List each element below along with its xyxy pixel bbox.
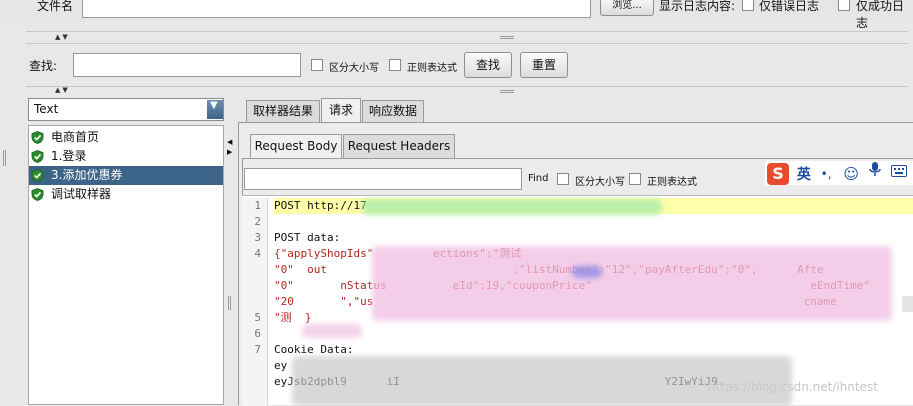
tree-item[interactable]: 1.登录 — [29, 147, 223, 166]
case-sensitive-label: 区分大小写 — [329, 63, 379, 74]
keyboard-icon[interactable] — [890, 165, 907, 177]
splitter-grip[interactable] — [500, 90, 514, 93]
splitter-grip[interactable] — [500, 36, 514, 39]
line-number: 7 — [254, 343, 261, 356]
result-tabs: 取样器结果 请求 响应数据 — [246, 98, 913, 122]
reset-button[interactable]: 重置 — [520, 52, 568, 78]
code-line: POST data: — [274, 231, 341, 244]
tab-request-headers[interactable]: Request Headers — [343, 134, 455, 158]
tab-sampler-result[interactable]: 取样器结果 — [246, 100, 320, 122]
ime-toolbar: S 英 •, ☺ — [765, 161, 913, 185]
tree-item-selected[interactable]: 3.添加优惠券 — [29, 166, 223, 185]
editor-scroll-gutter[interactable] — [902, 296, 913, 312]
tree-item-label: 1.登录 — [51, 149, 87, 163]
tab-request[interactable]: 请求 — [321, 98, 361, 122]
find-case-checkbox[interactable] — [557, 173, 569, 185]
line-number: 4 — [254, 247, 261, 260]
redaction-blur — [302, 324, 362, 338]
errors-only-label: 仅错误日志 — [759, 0, 820, 13]
line-number: 1 — [254, 199, 261, 212]
search-button[interactable]: 查找 — [464, 52, 512, 78]
chevron-down-icon: ▼ — [210, 100, 218, 111]
line-number: 5 — [254, 311, 261, 324]
line-number — [242, 358, 267, 374]
tree-item-label: 调试取样器 — [51, 187, 112, 201]
line-number — [242, 262, 267, 278]
success-only-label: 仅成功日志 — [856, 0, 905, 30]
success-only-checkbox[interactable] — [838, 0, 850, 11]
divider — [26, 43, 908, 44]
redaction-blur — [572, 266, 602, 278]
divider — [26, 86, 908, 87]
errors-only-checkbox[interactable] — [742, 0, 754, 11]
ime-lang-toggle[interactable]: 英 — [797, 164, 811, 184]
line-number — [242, 374, 267, 390]
find-input[interactable] — [244, 168, 522, 190]
left-splitter-grip[interactable] — [3, 150, 6, 166]
top-toolbar: 文件名 浏览... 显示日志内容: 仅错误日志 仅成功日志 — [0, 0, 913, 30]
sogou-logo-icon[interactable]: S — [767, 163, 789, 185]
tree-item-label: 电商首页 — [51, 130, 100, 144]
line-number — [242, 278, 267, 294]
microphone-icon[interactable] — [869, 161, 881, 177]
line-number: 2 — [254, 215, 261, 228]
emoji-icon[interactable]: ☺ — [843, 165, 859, 183]
shield-check-icon — [31, 131, 44, 144]
find-label: Find — [528, 173, 549, 184]
split-arrows-icon[interactable]: ▲▼ — [55, 86, 70, 94]
search-label: 查找: — [29, 59, 58, 73]
browse-button[interactable]: 浏览... — [600, 0, 654, 16]
renderer-select[interactable]: Text ▼ — [28, 98, 224, 121]
filename-input[interactable] — [82, 0, 591, 18]
redaction-blur — [362, 199, 662, 215]
filename-label: 文件名 — [37, 0, 74, 13]
tab-response-data[interactable]: 响应数据 — [362, 100, 424, 122]
case-sensitive-checkbox[interactable] — [311, 59, 323, 71]
find-regex-label: 正则表达式 — [647, 177, 697, 188]
line-number: 3 — [254, 231, 261, 244]
ime-punct-toggle[interactable]: •, — [821, 167, 832, 181]
regex-checkbox[interactable] — [389, 59, 401, 71]
tree-item-label: 3.添加优惠券 — [51, 168, 123, 182]
find-regex-checkbox[interactable] — [629, 173, 641, 185]
collapse-left-icon[interactable]: ◀ — [227, 138, 232, 146]
split-arrows-icon[interactable]: ▲▼ — [55, 33, 70, 41]
line-number-gutter: 1 2 3 4 5 6 7 — [242, 198, 268, 406]
shield-check-icon — [31, 169, 44, 182]
request-body-editor[interactable]: 1 2 3 4 5 6 7 POST http://17 POST data: … — [242, 195, 913, 406]
redaction-blur — [372, 246, 892, 321]
tree-item[interactable]: 调试取样器 — [29, 185, 223, 204]
shield-check-icon — [31, 188, 44, 201]
renderer-select-value: Text — [34, 102, 59, 116]
divider — [26, 31, 908, 32]
line-number — [242, 294, 267, 310]
search-input[interactable] — [73, 53, 301, 77]
log-display-label: 显示日志内容: — [659, 0, 736, 13]
regex-label: 正则表达式 — [407, 63, 457, 74]
splitter-grip[interactable] — [228, 296, 231, 310]
tab-request-body[interactable]: Request Body — [250, 134, 342, 158]
sampler-tree: 电商首页 1.登录 3.添加优惠券 调试取样器 — [28, 125, 224, 405]
vertical-splitter[interactable]: ◀ ▶ — [225, 98, 235, 405]
find-case-label: 区分大小写 — [575, 177, 625, 188]
line-number: 6 — [254, 327, 261, 340]
watermark: https://blog.csdn.net/lhntest — [708, 380, 878, 394]
select-arrow-button[interactable]: ▼ — [207, 100, 223, 119]
tree-item[interactable]: 电商首页 — [29, 128, 223, 147]
expand-right-icon[interactable]: ▶ — [227, 148, 232, 156]
shield-check-icon — [31, 150, 44, 163]
